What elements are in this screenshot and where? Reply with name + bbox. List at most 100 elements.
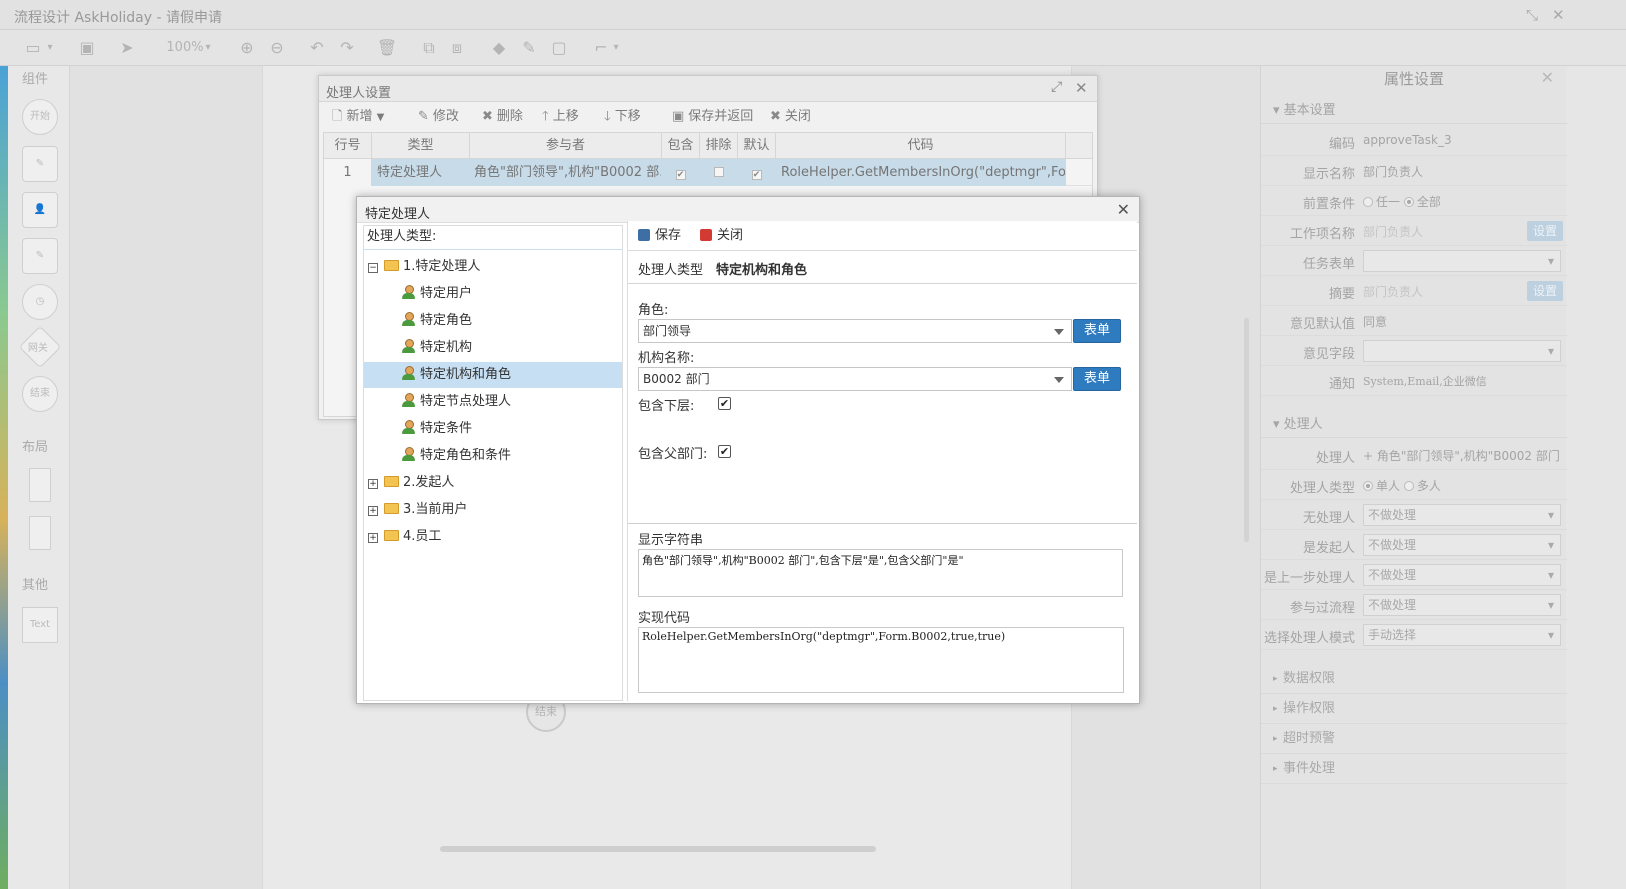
palette-section-other[interactable]: 其他 (22, 574, 48, 593)
col-participant[interactable]: 参与者 (470, 133, 662, 159)
expand-icon[interactable]: + (368, 533, 378, 543)
tree-node-specific-user[interactable]: 特定用户 (402, 281, 472, 307)
work-item-name-input[interactable]: 部门负责人 (1363, 223, 1423, 240)
to-back-icon[interactable]: ⧈ (446, 36, 468, 60)
undo-icon[interactable]: ↶ (306, 36, 328, 60)
add-button[interactable]: 🗋 新增 ▼ (325, 104, 391, 128)
layout-icon[interactable]: ▭ (20, 36, 46, 60)
precondition-all-radio[interactable] (1403, 197, 1414, 207)
palette-vertical-lane-icon[interactable] (29, 468, 51, 502)
move-up-button[interactable]: 🡑 上移 (535, 104, 586, 128)
task-form-select[interactable] (1363, 250, 1561, 272)
publish-icon[interactable]: ➤ (116, 36, 138, 60)
close-panel-icon[interactable]: ✕ (1541, 68, 1554, 87)
tree-node-specific-node-handler[interactable]: 特定节点处理人 (402, 389, 511, 415)
save-icon[interactable]: ▣ (76, 36, 98, 60)
notify-field[interactable]: System,Email,企业微信 (1363, 373, 1487, 389)
cell-participant[interactable]: 角色"部门领导",机构"B0002 部... (470, 159, 662, 186)
line-color-icon[interactable]: ✎ (518, 36, 540, 60)
section-event-handling[interactable]: ▸ 事件处理 (1261, 754, 1567, 784)
palette-user-task-icon[interactable]: 👤 (22, 192, 58, 228)
tree-node-specific-role[interactable]: 特定角色 (402, 308, 472, 334)
tree-node-current-user[interactable]: +3.当前用户 (368, 497, 467, 523)
code-field[interactable]: approveTask_3 (1363, 133, 1452, 147)
palette-section-components[interactable]: 组件 (22, 68, 48, 87)
palette-start-node[interactable]: 开始 (22, 99, 58, 135)
move-down-button[interactable]: 🡓 下移 (597, 104, 648, 128)
collapse-icon[interactable]: − (368, 263, 378, 273)
cell-type[interactable]: 特定处理人 (372, 159, 470, 186)
palette-gateway-node[interactable]: 网关 (18, 325, 62, 369)
select-mode-select[interactable]: 手动选择 (1363, 624, 1561, 646)
palette-task-icon[interactable]: ✎ (22, 146, 58, 182)
tree-node-specific-role-condition[interactable]: 特定角色和条件 (402, 443, 511, 469)
role-form-button[interactable]: 表单 (1073, 319, 1121, 343)
tree-node-specific-handler[interactable]: −1.特定处理人 (368, 254, 480, 280)
table-row[interactable]: 1 特定处理人 角色"部门领导",机构"B0002 部... ✔ ✔ RoleH… (324, 159, 1092, 186)
no-handler-select[interactable]: 不做处理 (1363, 504, 1561, 526)
horizontal-scrollbar[interactable] (440, 846, 876, 852)
opinion-default-field[interactable]: 同意 (1363, 313, 1387, 330)
precondition-any-radio[interactable] (1363, 197, 1373, 207)
close-button[interactable]: 关闭 (700, 225, 743, 247)
impl-code-textarea[interactable]: RoleHelper.GetMembersInOrg("deptmgr",For… (638, 627, 1124, 693)
palette-end-node[interactable]: 结束 (22, 376, 58, 412)
col-include[interactable]: 包含 (662, 133, 700, 159)
col-default[interactable]: 默认 (738, 133, 776, 159)
is-initiator-select[interactable]: 不做处理 (1363, 534, 1561, 556)
include-parent-checkbox[interactable]: ✔ (718, 445, 731, 458)
summary-input[interactable]: 部门负责人 (1363, 283, 1423, 300)
close-window-icon[interactable]: ✕ (1552, 6, 1565, 24)
col-exclude[interactable]: 排除 (700, 133, 738, 159)
zoom-out-icon[interactable]: ⊖ (266, 36, 288, 60)
zoom-in-icon[interactable]: ⊕ (236, 36, 258, 60)
palette-text-item[interactable]: Text (22, 607, 58, 643)
default-checkbox[interactable]: ✔ (751, 170, 762, 180)
expand-icon[interactable]: + (368, 506, 378, 516)
palette-section-layout[interactable]: 布局 (22, 436, 48, 455)
section-timeout-warning[interactable]: ▸ 超时预警 (1261, 724, 1567, 754)
include-sub-checkbox[interactable]: ✔ (718, 397, 731, 410)
tree-node-initiator[interactable]: +2.发起人 (368, 470, 454, 496)
vertical-scrollbar[interactable] (1244, 318, 1249, 542)
opinion-field-select[interactable] (1363, 340, 1561, 362)
display-name-field[interactable]: 部门负责人 (1363, 163, 1423, 180)
org-name-select[interactable]: B0002 部门 (638, 367, 1072, 391)
palette-horizontal-lane-icon[interactable] (29, 516, 51, 550)
summary-setting-button[interactable]: 设置 (1527, 281, 1563, 301)
maximize-icon[interactable]: ⤢ (1051, 79, 1062, 95)
close-icon[interactable]: ✕ (1075, 79, 1088, 97)
col-type[interactable]: 类型 (372, 133, 470, 159)
basic-settings-section[interactable]: ▾ 基本设置 (1261, 98, 1567, 124)
palette-timer-icon[interactable]: ◷ (22, 284, 58, 320)
col-row-no[interactable]: 行号 (324, 133, 372, 159)
exclude-checkbox[interactable] (713, 167, 724, 177)
save-return-button[interactable]: ▣ 保存并返回 (665, 104, 760, 128)
section-data-permission[interactable]: ▸ 数据权限 (1261, 664, 1567, 694)
org-form-button[interactable]: 表单 (1073, 367, 1121, 391)
is-prev-handler-select[interactable]: 不做处理 (1363, 564, 1561, 586)
edit-button[interactable]: ✎ 修改 (411, 104, 466, 128)
delete-button[interactable]: ✖ 删除 (475, 104, 530, 128)
trash-icon[interactable]: 🗑 (376, 36, 398, 60)
close-icon[interactable]: ✕ (1117, 200, 1130, 219)
cell-exclude[interactable] (700, 159, 738, 186)
display-string-textarea[interactable]: 角色"部门领导",机构"B0002 部门",包含下层"是",包含父部门"是" (638, 549, 1123, 597)
handler-section[interactable]: ▾ 处理人 (1261, 412, 1567, 438)
tree-node-specific-org-role[interactable]: 特定机构和角色 (364, 362, 622, 388)
shadow-icon[interactable]: ▢ (548, 36, 570, 60)
fill-color-icon[interactable]: ◆ (488, 36, 510, 60)
cell-code[interactable]: RoleHelper.GetMembersInOrg("deptmgr",For… (776, 159, 1066, 186)
zoom-chevron-icon[interactable]: ▾ (202, 36, 214, 60)
to-front-icon[interactable]: ⧉ (418, 36, 440, 60)
expand-icon[interactable]: + (368, 479, 378, 489)
multi-handler-radio[interactable] (1403, 481, 1414, 491)
close-button[interactable]: ✖ 关闭 (763, 104, 818, 128)
tree-node-specific-org[interactable]: 特定机构 (402, 335, 472, 361)
connector-icon[interactable]: ⌐ (590, 36, 612, 60)
redo-icon[interactable]: ↷ (336, 36, 358, 60)
col-code[interactable]: 代码 (776, 133, 1066, 159)
single-handler-radio[interactable] (1363, 481, 1373, 491)
connector-chevron-icon[interactable]: ▾ (610, 36, 622, 60)
role-select[interactable]: 部门领导 (638, 319, 1072, 343)
